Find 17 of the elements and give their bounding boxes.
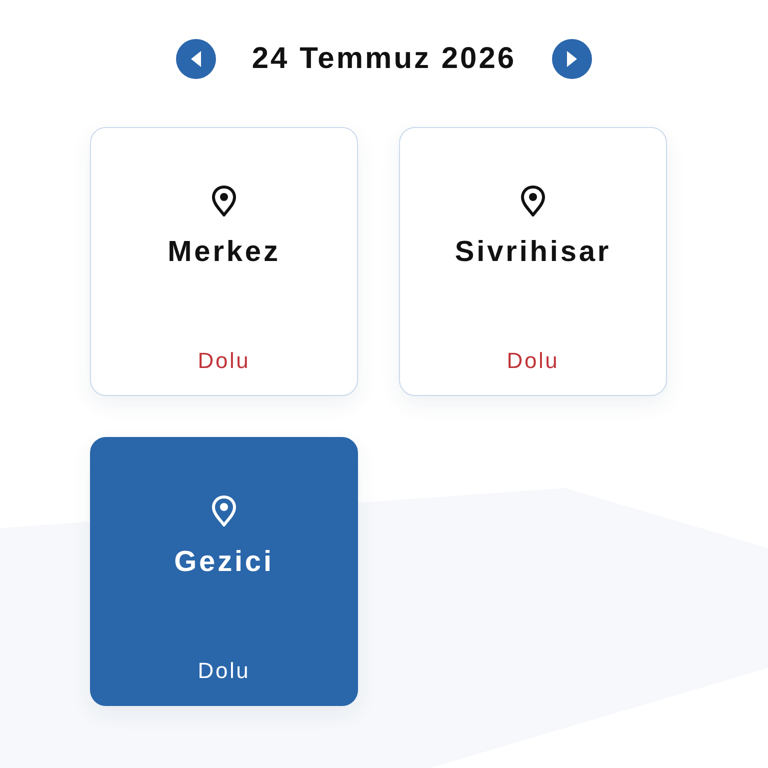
location-card[interactable]: Merkez Dolu: [90, 127, 358, 396]
previous-button[interactable]: [176, 39, 216, 79]
map-pin-icon: [211, 495, 237, 527]
location-status: Dolu: [506, 347, 560, 375]
location-card[interactable]: Sivrihisar Dolu: [399, 127, 667, 396]
map-pin-icon: [211, 185, 237, 217]
map-pin-icon: [520, 185, 546, 217]
location-name: Gezici: [174, 545, 274, 579]
caret-right-icon: [567, 51, 578, 67]
location-name: Sivrihisar: [454, 235, 612, 269]
location-card[interactable]: Gezici Dolu: [90, 437, 358, 706]
next-button[interactable]: [552, 39, 592, 79]
date-title: 24 Temmuz 2026: [252, 41, 516, 77]
location-status: Dolu: [198, 347, 250, 375]
location-status: Dolu: [198, 657, 250, 685]
caret-left-icon: [190, 51, 201, 67]
location-name: Merkez: [168, 235, 280, 269]
